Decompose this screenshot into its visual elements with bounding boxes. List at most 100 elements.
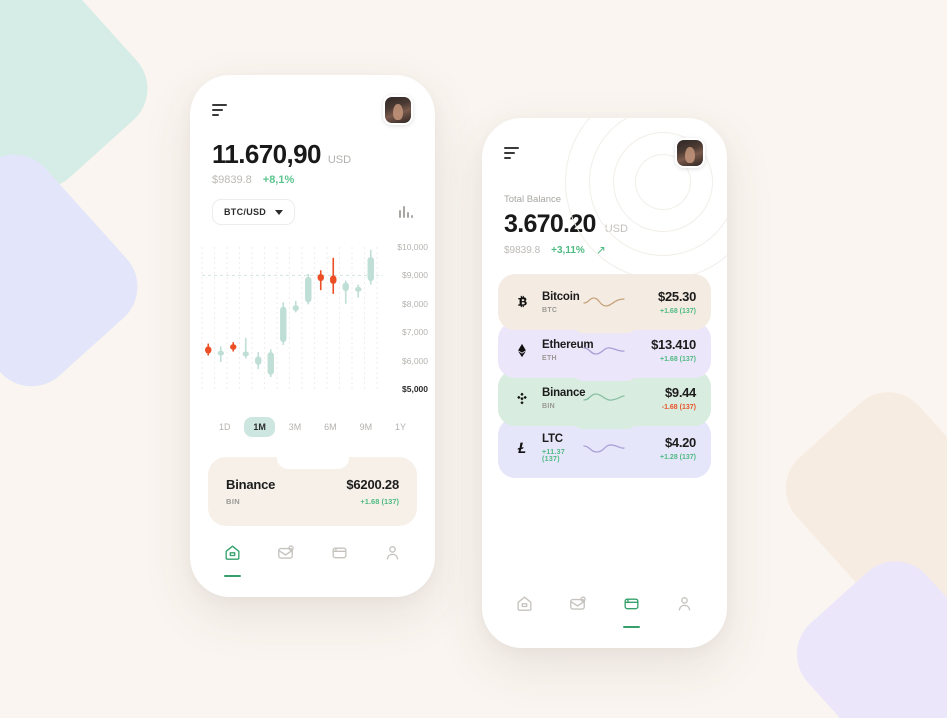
chart-y-axis: $10,000 $9,000 $8,000 $7,000 $6,000 $5,000 xyxy=(382,239,428,407)
candle xyxy=(205,346,212,354)
bar-chart-icon[interactable] xyxy=(399,206,413,218)
coin-name: Binance xyxy=(542,386,586,399)
y-axis-tick: $7,000 xyxy=(402,327,428,338)
range-tab-6m[interactable]: 6M xyxy=(315,417,346,437)
nav-item-messages[interactable] xyxy=(568,594,587,618)
hamburger-icon[interactable] xyxy=(504,147,519,159)
candle xyxy=(355,286,362,292)
asset-change: +1.68 (137) xyxy=(360,497,399,506)
bg-shape-lavender-rect xyxy=(0,137,155,404)
nav-item-messages[interactable] xyxy=(276,543,295,567)
nav-item-wallet[interactable] xyxy=(330,543,349,567)
asset-card-right: $6200.28 +1.68 (137) xyxy=(346,477,399,506)
total-balance-label: Total Balance xyxy=(504,194,562,205)
arrow-up-right-icon: ↗ xyxy=(595,243,606,257)
litecoin-icon xyxy=(512,440,532,457)
binance-icon xyxy=(512,390,532,407)
nav-active-indicator xyxy=(224,574,242,577)
coin-price-block: $9.44 -1.68 (137) xyxy=(636,385,697,411)
asset-price: $6200.28 xyxy=(346,477,399,492)
candlestick-chart: $10,000 $9,000 $8,000 $7,000 $6,000 $5,000 xyxy=(190,239,435,407)
avatar-image xyxy=(385,97,411,123)
avatar[interactable] xyxy=(675,138,705,168)
home-icon xyxy=(515,594,534,618)
candle xyxy=(305,276,312,303)
nav-item-wallet[interactable] xyxy=(622,594,641,628)
total-balance-row: 3.670.20 USD xyxy=(482,205,727,239)
candle xyxy=(330,275,337,284)
coin-ticker: BTC xyxy=(542,306,558,314)
balance-row: 11.670,90 USD xyxy=(212,139,413,170)
avatar[interactable] xyxy=(383,95,413,125)
candle xyxy=(342,282,349,292)
coin-change: +1.68 (137) xyxy=(660,308,696,315)
nav-item-profile[interactable] xyxy=(675,594,694,618)
range-tabs: 1D 1M 3M 6M 9M 1Y xyxy=(190,407,435,437)
coin-card-bitcoin[interactable]: Bitcoin BTC $25.30 +1.68 (137) xyxy=(498,274,711,330)
coin-ticker: ETH xyxy=(542,354,557,362)
y-axis-tick: $10,000 xyxy=(397,242,428,252)
coin-price-block: $4.20 +1.28 (137) xyxy=(636,435,696,461)
coin-card-ethereum[interactable]: Ethereum ETH $13.410 +1.68 (137) xyxy=(498,321,711,378)
coin-ticker: BIN xyxy=(542,402,555,410)
coin-name: LTC xyxy=(542,433,563,445)
coin-sparkline xyxy=(582,440,626,456)
bottom-nav-wallet xyxy=(482,582,727,649)
nav-item-home[interactable] xyxy=(223,543,242,577)
person-icon xyxy=(383,543,402,567)
coin-sparkline xyxy=(582,390,626,406)
range-tab-1y[interactable]: 1Y xyxy=(386,417,415,437)
coin-ticker: +11.37 (137) xyxy=(542,449,566,463)
coin-price: $4.20 xyxy=(664,435,696,450)
mail-icon xyxy=(568,594,587,618)
y-axis-tick: $9,000 xyxy=(402,270,428,281)
candle xyxy=(267,352,274,375)
candle xyxy=(280,306,287,343)
candle xyxy=(242,351,249,357)
coin-card-ltc[interactable]: LTC +11.37 (137) $4.20 +1.28 (137) xyxy=(498,417,711,478)
nav-item-profile[interactable] xyxy=(383,543,402,567)
total-balance-currency: USD xyxy=(604,223,628,235)
background-decorations xyxy=(0,0,947,718)
y-axis-tick: $8,000 xyxy=(402,298,428,309)
balance-change: +8,1% xyxy=(262,174,295,186)
balance-amount: 11.670,90 xyxy=(212,139,321,169)
range-tab-9m[interactable]: 9M xyxy=(351,417,382,437)
asset-ticker: BIN xyxy=(226,497,241,506)
range-tab-1d[interactable]: 1D xyxy=(210,417,240,437)
range-tab-1m[interactable]: 1M xyxy=(244,417,275,437)
coin-card-binance[interactable]: Binance BIN $9.44 -1.68 (137) xyxy=(498,369,711,426)
candle xyxy=(255,356,262,365)
coin-info: Ethereum ETH xyxy=(542,338,594,362)
candle xyxy=(230,344,237,350)
bottom-nav-chart xyxy=(190,531,435,598)
coin-name: Bitcoin xyxy=(542,290,580,303)
hamburger-icon[interactable] xyxy=(212,104,227,116)
coin-price: $9.44 xyxy=(664,385,696,400)
balance-previous: $9839.8 xyxy=(212,174,252,186)
coin-change: +1.28 (137) xyxy=(660,454,696,461)
coin-change: +1.68 (137) xyxy=(660,356,696,363)
phone-screen-chart: 11.670,90 USD $9839.8 +8,1% BTC/USD $10,… xyxy=(190,75,435,597)
coin-price: $25.30 xyxy=(658,289,696,304)
balance-currency: USD xyxy=(327,154,352,166)
coin-price-block: $25.30 +1.68 (137) xyxy=(636,289,696,315)
pair-selector-button[interactable]: BTC/USD xyxy=(212,199,296,225)
range-tab-3m[interactable]: 3M xyxy=(280,417,311,437)
total-balance-sub-row: $9839.8 +3,11% ↗ xyxy=(482,239,727,256)
asset-card-binance[interactable]: Binance BIN $6200.28 +1.68 (137) xyxy=(208,456,417,526)
nav-item-home[interactable] xyxy=(515,594,534,618)
ethereum-icon xyxy=(512,342,532,359)
candle xyxy=(317,273,324,282)
pair-label: BTC/USD xyxy=(224,207,267,217)
coin-name: Ethereum xyxy=(542,338,594,351)
nav-active-indicator xyxy=(622,625,640,628)
coin-info: LTC +11.37 (137) xyxy=(542,433,572,463)
coin-change: -1.68 (137) xyxy=(661,404,696,411)
bitcoin-icon xyxy=(512,294,532,311)
phone-screen-wallet: Total Balance 3.670.20 USD $9839.8 +3,11… xyxy=(482,118,727,648)
asset-card-left: Binance BIN xyxy=(226,477,275,506)
balance-sub-row: $9839.8 +8,1% xyxy=(212,174,413,186)
chart-asset-card-zone: Binance BIN $6200.28 +1.68 (137) xyxy=(190,437,435,526)
candle xyxy=(292,305,299,311)
